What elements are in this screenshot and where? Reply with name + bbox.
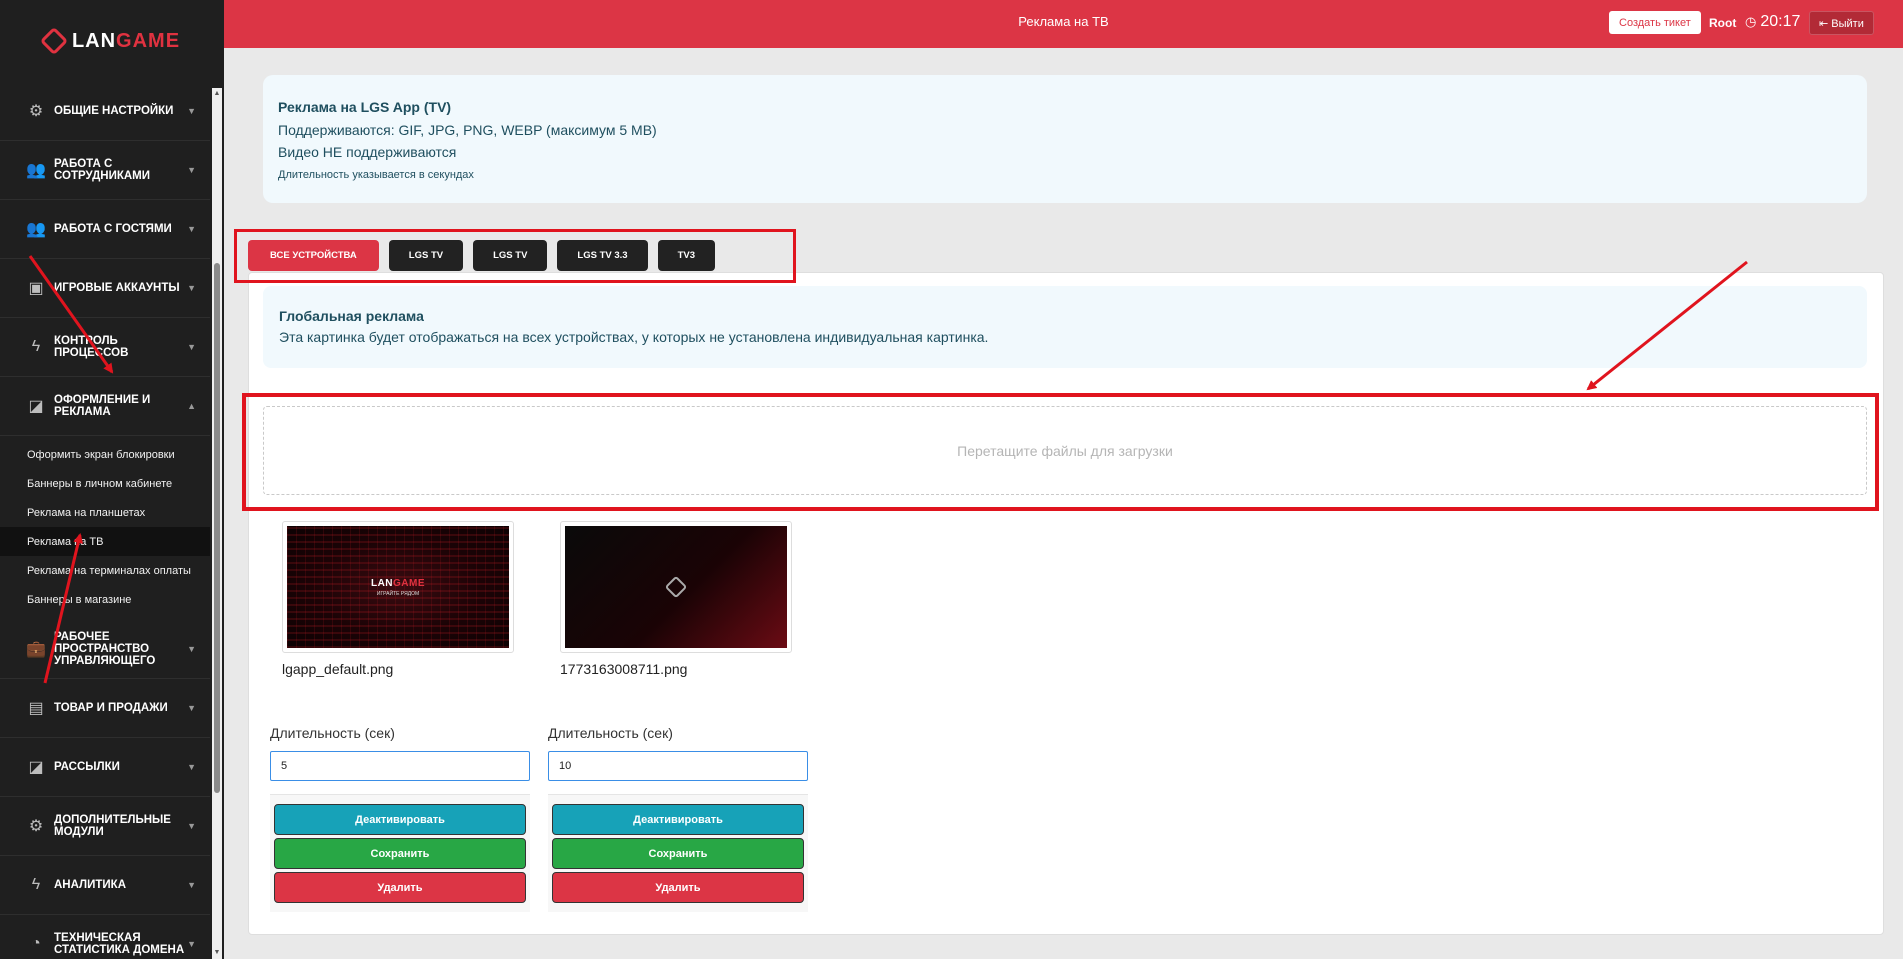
delete-button[interactable]: Удалить xyxy=(552,872,804,903)
scroll-up-icon[interactable]: ▲ xyxy=(212,88,222,100)
sidebar-nav: ⚙ Общие настройки ▼ 👥 Работа с сотрудник… xyxy=(0,82,210,959)
create-ticket-button[interactable]: Создать тикет xyxy=(1609,11,1701,34)
chevron-down-icon: ▼ xyxy=(187,821,196,831)
sidebar-item-design-ads[interactable]: ◪ Оформление и реклама ▲ xyxy=(0,377,210,436)
users-icon: 👥 xyxy=(26,221,46,238)
clock: ◷ 20:17 xyxy=(1745,13,1800,31)
info-title: Реклама на LGS App (TV) xyxy=(278,99,452,115)
info-box: Реклама на LGS App (TV) Поддерживаются: … xyxy=(263,75,1867,203)
chevron-down-icon: ▼ xyxy=(187,342,196,352)
logo-text: LANGAME xyxy=(71,29,181,52)
media-preview-image xyxy=(565,526,787,648)
chevron-up-icon: ▲ xyxy=(187,401,196,411)
clock-time: 20:17 xyxy=(1760,13,1801,30)
scroll-down-icon[interactable]: ▼ xyxy=(212,947,222,959)
chevron-down-icon: ▼ xyxy=(187,703,196,713)
sidebar-item-goods-sales[interactable]: ▤ Товар и продажи ▼ xyxy=(0,679,210,738)
global-ad-box: Глобальная реклама Эта картинка будет от… xyxy=(263,286,1867,368)
sidebar-item-extra-modules[interactable]: ⚙ Дополнительные модули ▼ xyxy=(0,797,210,856)
media-thumbnail[interactable] xyxy=(560,521,792,653)
sidebar-item-mailings[interactable]: ◪ Рассылки ▼ xyxy=(0,738,210,797)
scrollbar-thumb[interactable] xyxy=(214,263,220,793)
media-actions: Деактивировать Сохранить Удалить xyxy=(270,794,530,912)
logout-label: Выйти xyxy=(1831,17,1864,30)
clock-icon: ◷ xyxy=(1745,14,1757,29)
duration-input[interactable] xyxy=(270,751,530,781)
bolt-icon: ϟ xyxy=(31,338,41,355)
duration-input[interactable] xyxy=(548,751,808,781)
chevron-down-icon: ▼ xyxy=(187,283,196,293)
file-dropzone[interactable]: Перетащите файлы для загрузки xyxy=(263,406,1867,495)
sidebar-item-domain-stats[interactable]: ◔ Техническая статистика домена ▼ xyxy=(0,915,210,959)
gear-icon: ⚙ xyxy=(28,103,44,120)
user-name[interactable]: Root xyxy=(1709,16,1736,30)
save-button[interactable]: Сохранить xyxy=(552,838,804,869)
sub-item-tablet-ads[interactable]: Реклама на планшетах xyxy=(0,498,210,527)
chevron-down-icon: ▼ xyxy=(187,939,196,949)
duration-label: Длительность (сек) xyxy=(548,725,673,741)
lgs-logo-icon xyxy=(664,575,688,599)
info-video-note: Видео НЕ поддерживаются xyxy=(278,144,457,160)
logout-button[interactable]: ⇤ Выйти xyxy=(1809,11,1874,35)
sidebar: LANGAME ⚙ Общие настройки ▼ 👥 Работа с с… xyxy=(0,0,224,959)
submenu-design-ads: Оформить экран блокировки Баннеры в личн… xyxy=(0,436,210,620)
logo-mark-icon xyxy=(39,26,69,56)
sub-item-cabinet-banners[interactable]: Баннеры в личном кабинете xyxy=(0,469,210,498)
briefcase-icon: 💼 xyxy=(26,641,46,658)
thumb-logo: LANGAME xyxy=(370,577,426,589)
global-ad-text: Эта картинка будет отображаться на всех … xyxy=(279,329,989,345)
media-item: 1773163008711.png xyxy=(560,521,820,677)
chevron-down-icon: ▼ xyxy=(187,224,196,234)
edit-icon: ◪ xyxy=(28,398,44,415)
sidebar-item-analytics[interactable]: ϟ Аналитика ▼ xyxy=(0,856,210,915)
media-actions: Деактивировать Сохранить Удалить xyxy=(548,794,808,912)
bolt-icon: ϟ xyxy=(31,876,41,893)
gear-icon: ⚙ xyxy=(28,818,44,835)
media-thumbnail[interactable]: LANGAME ИГРАЙТЕ РЯДОМ xyxy=(282,521,514,653)
save-button[interactable]: Сохранить xyxy=(274,838,526,869)
sidebar-item-guests[interactable]: 👥 Работа с гостями ▼ xyxy=(0,200,210,259)
users-icon: 👥 xyxy=(26,162,46,179)
sidebar-item-general-settings[interactable]: ⚙ Общие настройки ▼ xyxy=(0,82,210,141)
edit-icon: ◪ xyxy=(28,759,44,776)
sidebar-item-game-accounts[interactable]: ▣ Игровые аккаунты ▼ xyxy=(0,259,210,318)
deactivate-button[interactable]: Деактивировать xyxy=(274,804,526,835)
tabs-annotation-box xyxy=(234,229,796,283)
media-preview-image: LANGAME ИГРАЙТЕ РЯДОМ xyxy=(287,526,509,648)
deactivate-button[interactable]: Деактивировать xyxy=(552,804,804,835)
dropzone-text: Перетащите файлы для загрузки xyxy=(957,442,1173,459)
chevron-down-icon: ▼ xyxy=(187,106,196,116)
sub-item-lock-screen[interactable]: Оформить экран блокировки xyxy=(0,440,210,469)
chevron-down-icon: ▼ xyxy=(187,165,196,175)
file-name: 1773163008711.png xyxy=(560,661,688,677)
chevron-down-icon: ▼ xyxy=(187,762,196,772)
top-bar: Реклама на ТВ Создать тикет Root ◷ 20:17… xyxy=(224,0,1903,48)
chevron-down-icon: ▼ xyxy=(187,644,196,654)
global-ad-title: Глобальная реклама xyxy=(279,308,424,324)
file-name: lgapp_default.png xyxy=(282,661,394,677)
logo[interactable]: LANGAME xyxy=(0,0,224,82)
info-duration-note: Длительность указывается в секундах xyxy=(278,169,474,181)
sub-item-tv-ads[interactable]: Реклама на ТВ xyxy=(0,527,210,556)
thumb-subtitle: ИГРАЙТЕ РЯДОМ xyxy=(376,590,420,597)
chevron-down-icon: ▼ xyxy=(187,880,196,890)
sidebar-item-staff[interactable]: 👥 Работа с сотрудниками ▼ xyxy=(0,141,210,200)
sub-item-shop-banners[interactable]: Баннеры в магазине xyxy=(0,585,210,614)
pie-icon: ◔ xyxy=(31,935,41,952)
account-icon: ▣ xyxy=(28,280,44,297)
media-item: LANGAME ИГРАЙТЕ РЯДОМ lgapp_default.png xyxy=(282,521,542,677)
sub-item-terminal-ads[interactable]: Реклама на терминалах оплаты xyxy=(0,556,210,585)
sidebar-item-manager-workspace[interactable]: 💼 Рабочее пространство управляющего ▼ xyxy=(0,620,210,679)
note-icon: ▤ xyxy=(28,700,44,717)
delete-button[interactable]: Удалить xyxy=(274,872,526,903)
sidebar-item-process-control[interactable]: ϟ Контроль процессов ▼ xyxy=(0,318,210,377)
info-formats: Поддерживаются: GIF, JPG, PNG, WEBP (мак… xyxy=(278,122,657,138)
duration-label: Длительность (сек) xyxy=(270,725,395,741)
logout-icon: ⇤ xyxy=(1819,17,1832,30)
sidebar-scrollbar[interactable]: ▲ ▼ xyxy=(212,88,222,959)
